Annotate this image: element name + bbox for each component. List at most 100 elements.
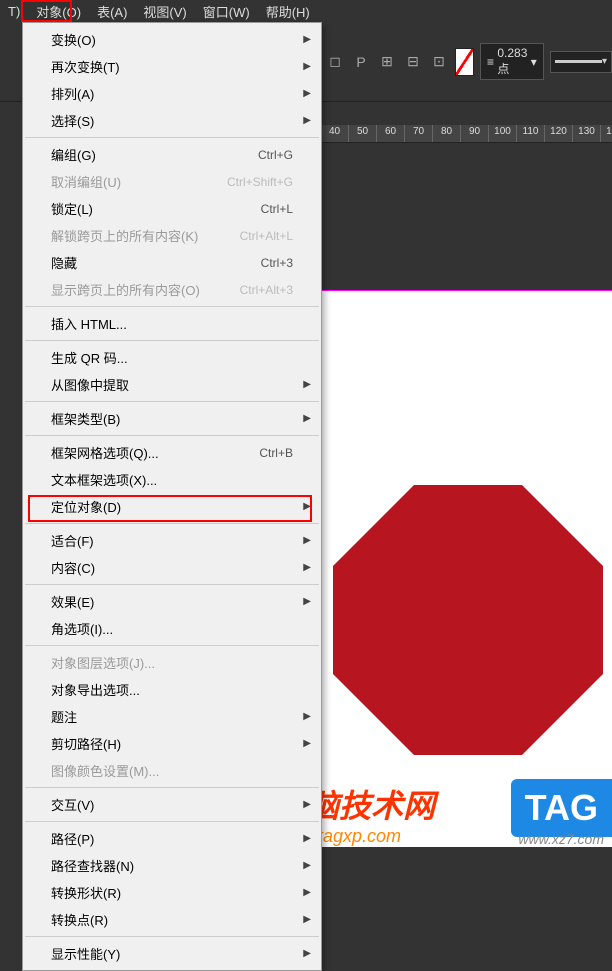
menu-item-19[interactable]: 框架网格选项(Q)...Ctrl+B: [23, 439, 321, 466]
menu-item-32[interactable]: 剪切路径(H)▶: [23, 730, 321, 757]
menu-item-15[interactable]: 从图像中提取 ▶: [23, 371, 321, 398]
menu-item-label: 变换(O): [51, 30, 96, 49]
ruler-mark: 110: [516, 125, 544, 142]
menu-item-42[interactable]: 显示性能(Y)▶: [23, 940, 321, 967]
chevron-right-icon: ▶: [303, 115, 311, 126]
align-icon-3[interactable]: ⊡: [429, 52, 449, 72]
object-dropdown-menu: 变换(O)▶再次变换(T)▶排列(A)▶选择(S)▶编组(G)Ctrl+G取消编…: [22, 22, 322, 971]
menu-view[interactable]: 视图(V): [135, 0, 194, 23]
menu-item-label: 效果(E): [51, 592, 94, 611]
menu-item-0[interactable]: 变换(O) ▶: [23, 26, 321, 53]
menu-item-label: 对象导出选项...: [51, 680, 140, 699]
menu-item-shortcut: Ctrl+L: [261, 202, 293, 216]
menu-window[interactable]: 窗口(W): [195, 0, 258, 23]
menu-item-37[interactable]: 路径(P)▶: [23, 825, 321, 852]
menu-sep: [25, 936, 319, 937]
chevron-right-icon: ▶: [303, 34, 311, 45]
menu-t[interactable]: T): [0, 2, 28, 21]
menu-item-shortcut: Ctrl+Shift+G: [227, 175, 293, 189]
ruler-mark: 90: [460, 125, 488, 142]
align-icon-2[interactable]: ⊟: [403, 52, 423, 72]
chevron-right-icon: ▶: [303, 711, 311, 722]
chevron-right-icon: ▶: [303, 413, 311, 424]
menu-item-38[interactable]: 路径查找器(N)▶: [23, 852, 321, 879]
menu-item-label: 转换形状(R): [51, 883, 121, 902]
ruler-mark: 130: [572, 125, 600, 142]
tag-badge: TAG: [511, 779, 612, 837]
menu-item-label: 锁定(L): [51, 199, 93, 218]
menu-item-label: 框架网格选项(Q)...: [51, 443, 159, 462]
ruler-mark: 100: [488, 125, 516, 142]
menu-item-label: 适合(F): [51, 531, 94, 550]
menu-sep: [25, 401, 319, 402]
menu-item-label: 文本框架选项(X)...: [51, 470, 157, 489]
sub-watermark: www.xz7.com: [518, 831, 604, 847]
menu-item-35[interactable]: 交互(V)▶: [23, 791, 321, 818]
menu-item-7[interactable]: 锁定(L) Ctrl+L: [23, 195, 321, 222]
chevron-right-icon: ▶: [303, 887, 311, 898]
menu-item-21[interactable]: 定位对象(D)▶: [23, 493, 321, 520]
chevron-right-icon: ▶: [303, 596, 311, 607]
menu-item-3[interactable]: 选择(S) ▶: [23, 107, 321, 134]
menu-item-label: 生成 QR 码...: [51, 348, 128, 367]
menu-table[interactable]: 表(A): [89, 0, 135, 23]
menu-item-label: 解锁跨页上的所有内容(K): [51, 226, 198, 245]
menubar: T) 对象(O) 表(A) 视图(V) 窗口(W) 帮助(H): [0, 0, 612, 22]
ruler-mark: 50: [348, 125, 376, 142]
menu-item-8: 解锁跨页上的所有内容(K) Ctrl+Alt+L: [23, 222, 321, 249]
menu-item-26[interactable]: 效果(E) ▶: [23, 588, 321, 615]
stroke-style-dropdown[interactable]: ▾: [550, 51, 612, 73]
menu-item-23[interactable]: 适合(F)▶: [23, 527, 321, 554]
menu-item-9[interactable]: 隐藏 Ctrl+3: [23, 249, 321, 276]
octagon-shape[interactable]: [333, 485, 603, 755]
menu-item-5[interactable]: 编组(G) Ctrl+G: [23, 141, 321, 168]
menu-item-24[interactable]: 内容(C) ▶: [23, 554, 321, 581]
menu-help[interactable]: 帮助(H): [258, 0, 318, 23]
menu-item-label: 交互(V): [51, 795, 94, 814]
p-tool-icon[interactable]: P: [351, 52, 371, 72]
chevron-right-icon: ▶: [303, 860, 311, 871]
menu-item-1[interactable]: 再次变换(T)▶: [23, 53, 321, 80]
menu-item-27[interactable]: 角选项(I)...: [23, 615, 321, 642]
menu-item-label: 题注: [51, 707, 77, 726]
chevron-right-icon: ▶: [303, 562, 311, 573]
crop-icon[interactable]: ◻: [325, 52, 345, 72]
chevron-right-icon: ▶: [303, 379, 311, 390]
align-icon-1[interactable]: ⊞: [377, 52, 397, 72]
menu-object[interactable]: 对象(O): [28, 0, 89, 23]
menu-item-39[interactable]: 转换形状(R) ▶: [23, 879, 321, 906]
menu-item-shortcut: Ctrl+G: [258, 148, 293, 162]
menu-item-label: 插入 HTML...: [51, 314, 127, 333]
menu-sep: [25, 340, 319, 341]
menu-item-30[interactable]: 对象导出选项...: [23, 676, 321, 703]
ruler-mark: 140: [600, 125, 612, 142]
menu-item-2[interactable]: 排列(A) ▶: [23, 80, 321, 107]
menu-item-40[interactable]: 转换点(R)▶: [23, 906, 321, 933]
menu-item-12[interactable]: 插入 HTML...: [23, 310, 321, 337]
menu-item-14[interactable]: 生成 QR 码...: [23, 344, 321, 371]
ruler-mark: 120: [544, 125, 572, 142]
menu-item-label: 转换点(R): [51, 910, 108, 929]
chevron-right-icon: ▶: [303, 738, 311, 749]
menu-item-label: 从图像中提取: [51, 375, 129, 394]
menu-sep: [25, 523, 319, 524]
menu-item-label: 再次变换(T): [51, 57, 120, 76]
menu-sep: [25, 821, 319, 822]
stroke-weight-input[interactable]: ≡ 0.283 点 ▾: [480, 43, 544, 80]
menu-item-label: 内容(C): [51, 558, 95, 577]
menu-item-label: 排列(A): [51, 84, 94, 103]
menu-sep: [25, 645, 319, 646]
menu-item-label: 对象图层选项(J)...: [51, 653, 155, 672]
menu-item-label: 隐藏: [51, 253, 77, 272]
menu-item-label: 显示性能(Y): [51, 944, 120, 963]
menu-item-label: 路径(P): [51, 829, 94, 848]
menu-item-31[interactable]: 题注 ▶: [23, 703, 321, 730]
menu-item-shortcut: Ctrl+Alt+L: [240, 229, 293, 243]
menu-item-shortcut: Ctrl+3: [261, 256, 293, 270]
menu-item-label: 选择(S): [51, 111, 94, 130]
chevron-right-icon: ▶: [303, 88, 311, 99]
menu-item-label: 编组(G): [51, 145, 96, 164]
fill-swatch[interactable]: [455, 48, 474, 76]
menu-item-17[interactable]: 框架类型(B)▶: [23, 405, 321, 432]
menu-item-20[interactable]: 文本框架选项(X)...: [23, 466, 321, 493]
